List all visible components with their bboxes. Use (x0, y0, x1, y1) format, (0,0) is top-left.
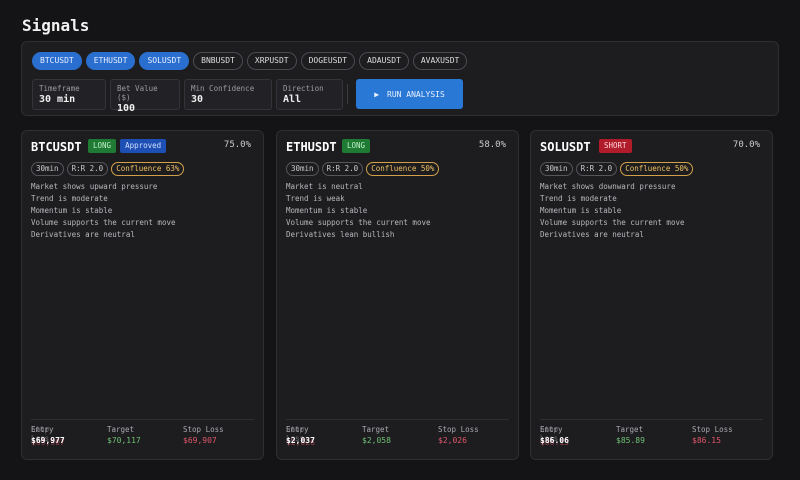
field-label: Timeframe (39, 84, 80, 93)
symbol-chip[interactable]: ADAUSDT (359, 52, 409, 70)
confidence: 75.0% (223, 140, 251, 150)
direction-field[interactable]: Direction All (276, 79, 343, 110)
timeframe-tag: 30min (540, 162, 573, 176)
symbol-chip[interactable]: XRPUSDT (246, 52, 297, 70)
stop-stat: Stop Loss $2,026 (438, 425, 479, 445)
stop-label: Stop Loss (692, 425, 733, 434)
note-line: Derivatives are neutral (31, 230, 135, 239)
entry-label: Entry (31, 425, 54, 434)
confluence-tag: Confluence 63% (111, 162, 185, 176)
entry-value: $69,977 (31, 436, 65, 445)
divider (286, 419, 509, 420)
field-label: Min Confidence (191, 84, 255, 93)
symbol-chip[interactable]: BNBUSDT (193, 52, 243, 70)
entry-label: Entry (540, 425, 563, 434)
rr-tag: R:R 2.0 (66, 162, 109, 176)
note-line: Volume supports the current move (31, 218, 176, 227)
card-symbol: BTCUSDT (31, 140, 82, 154)
direction-badge: LONG (88, 139, 117, 153)
note-line: Momentum is stable (286, 206, 368, 215)
controls-panel: BTCUSDT ETHUSDT SOLUSDT BNBUSDT XRPUSDT DOGEU… (21, 41, 779, 116)
direction-badge: LONG (342, 139, 371, 153)
note-line: Momentum is stable (540, 206, 622, 215)
target-value: $70,117 (107, 436, 141, 445)
target-stat: Target $2,058 (362, 425, 391, 445)
note-line: Trend is moderate (540, 194, 617, 203)
field-value: All (283, 94, 302, 105)
confluence-tag: Confluence 50% (366, 162, 440, 176)
confidence: 70.0% (732, 140, 760, 150)
rr-tag: R:R 2.0 (575, 162, 618, 176)
min-confidence-field[interactable]: Min Confidence 30 (184, 79, 272, 110)
field-value: 30 min (39, 94, 76, 105)
field-label: Direction (283, 84, 324, 93)
timeframe-tag: 30min (31, 162, 64, 176)
note-line: Volume supports the current move (540, 218, 685, 227)
analysis-notes: Market shows upward pressure Trend is mod… (31, 181, 176, 241)
entry-value: $2,037 (286, 436, 315, 445)
analysis-notes: Market is neutral Trend is weak Momentum i… (286, 181, 431, 241)
target-value: $85.89 (616, 436, 645, 445)
symbol-chip[interactable]: BTCUSDT (32, 52, 82, 70)
divider (31, 419, 254, 420)
analysis-notes: Market shows downward pressure Trend is m… (540, 181, 685, 241)
run-label: RUN ANALYSIS (387, 89, 445, 99)
entry-stat: Stop Loss Entry $2,026 $2,037 (286, 425, 315, 447)
target-value: $2,058 (362, 436, 391, 445)
signal-card: SOLUSDT SHORT 70.0% 30min R:R 2.0 Conflu… (530, 130, 773, 460)
card-symbol: SOLUSDT (540, 140, 591, 154)
timeframe-tag: 30min (286, 162, 319, 176)
target-stat: Target $85.89 (616, 425, 645, 445)
field-value: 100 (117, 103, 136, 114)
confidence: 58.0% (478, 140, 506, 150)
note-line: Derivatives are neutral (540, 230, 644, 239)
rr-tag: R:R 2.0 (321, 162, 364, 176)
note-line: Volume supports the current move (286, 218, 431, 227)
entry-label: Entry (286, 425, 309, 434)
status-badge: Approved (120, 139, 167, 153)
divider (347, 84, 348, 104)
play-icon: ▶ (374, 89, 380, 99)
stop-label: Stop Loss (438, 425, 479, 434)
page-title: Signals (22, 16, 90, 35)
target-label: Target (616, 425, 644, 434)
symbol-chip[interactable]: ETHUSDT (85, 52, 136, 70)
entry-stat: Stop Loss Entry $86.15 $86.06 (540, 425, 569, 447)
entry-value: $86.06 (540, 436, 569, 445)
note-line: Market is neutral (286, 182, 363, 191)
stop-value: $2,026 (438, 436, 467, 445)
entry-stat: Stop Loss Entry $69,907 $69,977 (31, 425, 65, 447)
symbol-chips: BTCUSDT ETHUSDT SOLUSDT BNBUSDT XRPUSDT DOGEU… (32, 52, 468, 70)
field-value: 30 (191, 94, 204, 105)
stop-stat: Stop Loss $86.15 (692, 425, 733, 445)
target-label: Target (107, 425, 135, 434)
stop-value: $69,907 (183, 436, 217, 445)
note-line: Derivatives lean bullish (286, 230, 395, 239)
symbol-chip[interactable]: DOGEUSDT (300, 52, 356, 70)
signal-card: BTCUSDT LONG Approved 75.0% 30min R:R 2.… (21, 130, 264, 460)
note-line: Trend is moderate (31, 194, 108, 203)
note-line: Market shows upward pressure (31, 182, 158, 191)
signal-card: ETHUSDT LONG 58.0% 30min R:R 2.0 Conflue… (276, 130, 519, 460)
field-label: Bet Value ($) (117, 84, 158, 102)
note-line: Market shows downward pressure (540, 182, 676, 191)
symbol-chip[interactable]: SOLUSDT (139, 52, 190, 70)
note-line: Momentum is stable (31, 206, 113, 215)
bet-value-field[interactable]: Bet Value ($) 100 (110, 79, 180, 114)
card-symbol: ETHUSDT (286, 140, 337, 154)
stop-stat: Stop Loss $69,907 (183, 425, 224, 445)
run-analysis-button[interactable]: ▶ RUN ANALYSIS (356, 79, 463, 109)
confluence-tag: Confluence 50% (620, 162, 694, 176)
target-stat: Target $70,117 (107, 425, 141, 445)
stop-label: Stop Loss (183, 425, 224, 434)
target-label: Target (362, 425, 390, 434)
timeframe-field[interactable]: Timeframe 30 min (32, 79, 106, 110)
divider (540, 419, 763, 420)
direction-badge: SHORT (599, 139, 632, 153)
symbol-chip[interactable]: AVAXUSDT (412, 52, 468, 70)
note-line: Trend is weak (286, 194, 345, 203)
stop-value: $86.15 (692, 436, 721, 445)
